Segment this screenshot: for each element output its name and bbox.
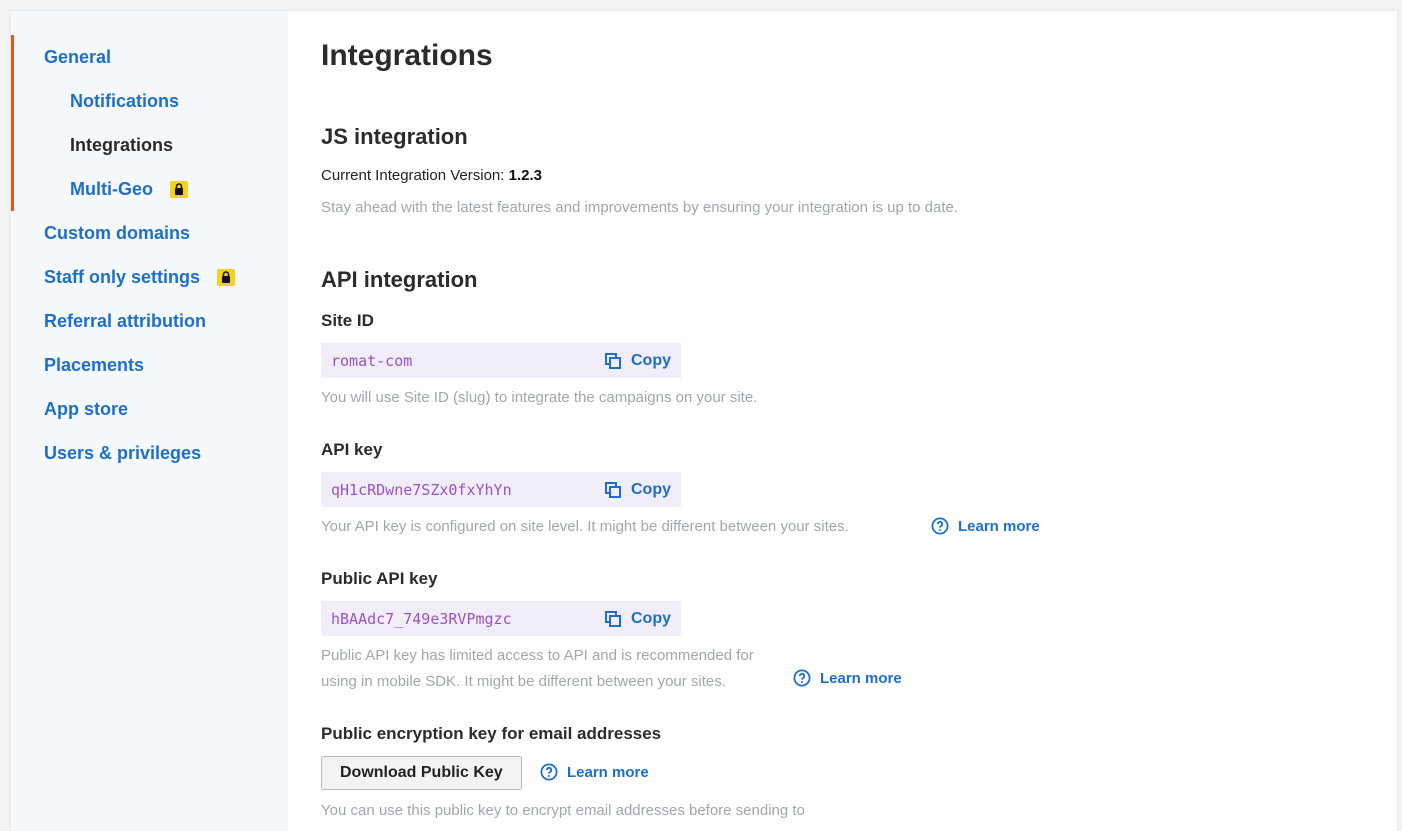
sidebar-item-label: Placements xyxy=(44,355,145,375)
help-icon xyxy=(931,517,949,535)
integration-version-label: Current Integration Version: xyxy=(321,167,505,184)
integration-version: Current Integration Version: 1.2.3 xyxy=(321,167,542,184)
api-key-hint: Your API key is configured on site level… xyxy=(321,518,849,535)
public-api-key-hint-line: Public API key has limited access to API… xyxy=(321,647,754,664)
lock-icon xyxy=(217,268,236,286)
sidebar-item-label: Users & privileges xyxy=(44,443,202,463)
sidebar-item-notifications[interactable]: Notifications xyxy=(70,89,179,113)
js-integration-title: JS integration xyxy=(321,124,468,149)
api-key-value[interactable]: qH1cRDwne7SZx0fxYhYn xyxy=(331,481,512,499)
sidebar-item-general[interactable]: General xyxy=(44,45,111,69)
public-api-key-field: hBAAdc7_749e3RVPmgzc Copy xyxy=(321,601,681,636)
help-icon xyxy=(540,763,558,781)
api-key-learn-more-link[interactable]: Learn more xyxy=(931,517,1040,535)
encryption-key-label: Public encryption key for email addresse… xyxy=(321,724,662,743)
public-api-key-learn-more-link[interactable]: Learn more xyxy=(793,669,902,687)
encryption-key-hint: You can use this public key to encrypt e… xyxy=(321,802,805,819)
copy-label: Copy xyxy=(631,480,671,498)
js-integration-hint: Stay ahead with the latest features and … xyxy=(321,199,959,216)
sidebar-item-label: Multi-Geo xyxy=(70,179,153,199)
learn-more-label: Learn more xyxy=(567,763,649,781)
public-api-key-value[interactable]: hBAAdc7_749e3RVPmgzc xyxy=(331,610,512,628)
sidebar-item-integrations[interactable]: Integrations xyxy=(70,133,173,157)
copy-icon xyxy=(605,352,621,369)
api-integration-title: API integration xyxy=(321,267,478,292)
site-id-value[interactable]: romat-com xyxy=(331,352,412,370)
sidebar-item-label: Staff only settings xyxy=(44,267,201,287)
encryption-key-learn-more-link[interactable]: Learn more xyxy=(540,763,649,781)
copy-api-key-button[interactable]: Copy xyxy=(605,481,671,499)
sidebar-item-custom-domains[interactable]: Custom domains xyxy=(44,221,190,245)
sidebar-item-label: Notifications xyxy=(70,91,180,111)
sidebar-item-label: Custom domains xyxy=(44,223,191,243)
public-api-key-label: Public API key xyxy=(321,569,438,588)
sidebar: General Notifications Integrations Multi… xyxy=(11,11,288,831)
sidebar-item-app-store[interactable]: App store xyxy=(44,397,128,421)
copy-public-api-key-button[interactable]: Copy xyxy=(605,610,671,628)
sidebar-item-label: App store xyxy=(44,399,129,419)
public-api-key-hint-line: using in mobile SDK. It might be differe… xyxy=(321,673,726,690)
copy-icon xyxy=(605,610,621,627)
site-id-field: romat-com Copy xyxy=(321,343,681,378)
page-title: Integrations xyxy=(321,39,493,72)
download-public-key-button[interactable]: Download Public Key xyxy=(321,756,522,790)
public-api-key-hint: Public API key has limited access to API… xyxy=(321,643,754,695)
sidebar-item-staff-only-settings[interactable]: Staff only settings xyxy=(44,265,236,289)
copy-site-id-button[interactable]: Copy xyxy=(605,352,671,370)
main-content: Integrations JS integration Current Inte… xyxy=(321,11,1397,831)
help-icon xyxy=(793,669,811,687)
sidebar-item-label: General xyxy=(44,47,112,67)
settings-window: General Notifications Integrations Multi… xyxy=(11,11,1397,831)
copy-label: Copy xyxy=(631,609,671,627)
sidebar-item-label: Referral attribution xyxy=(44,311,207,331)
lock-icon xyxy=(170,180,188,198)
sidebar-item-users-privileges[interactable]: Users & privileges xyxy=(44,441,201,465)
sidebar-item-referral-attribution[interactable]: Referral attribution xyxy=(44,309,206,333)
sidebar-item-label: Integrations xyxy=(70,135,174,155)
sidebar-item-placements[interactable]: Placements xyxy=(44,353,144,377)
active-section-indicator xyxy=(11,35,14,211)
copy-icon xyxy=(605,481,621,498)
learn-more-label: Learn more xyxy=(820,669,902,687)
copy-label: Copy xyxy=(631,351,671,369)
site-id-label: Site ID xyxy=(321,311,374,330)
sidebar-item-multi-geo[interactable]: Multi-Geo xyxy=(70,177,188,201)
api-key-label: API key xyxy=(321,440,383,459)
api-key-field: qH1cRDwne7SZx0fxYhYn Copy xyxy=(321,472,681,507)
learn-more-label: Learn more xyxy=(958,517,1040,535)
integration-version-value: 1.2.3 xyxy=(508,167,542,184)
site-id-hint: You will use Site ID (slug) to integrate… xyxy=(321,389,758,406)
